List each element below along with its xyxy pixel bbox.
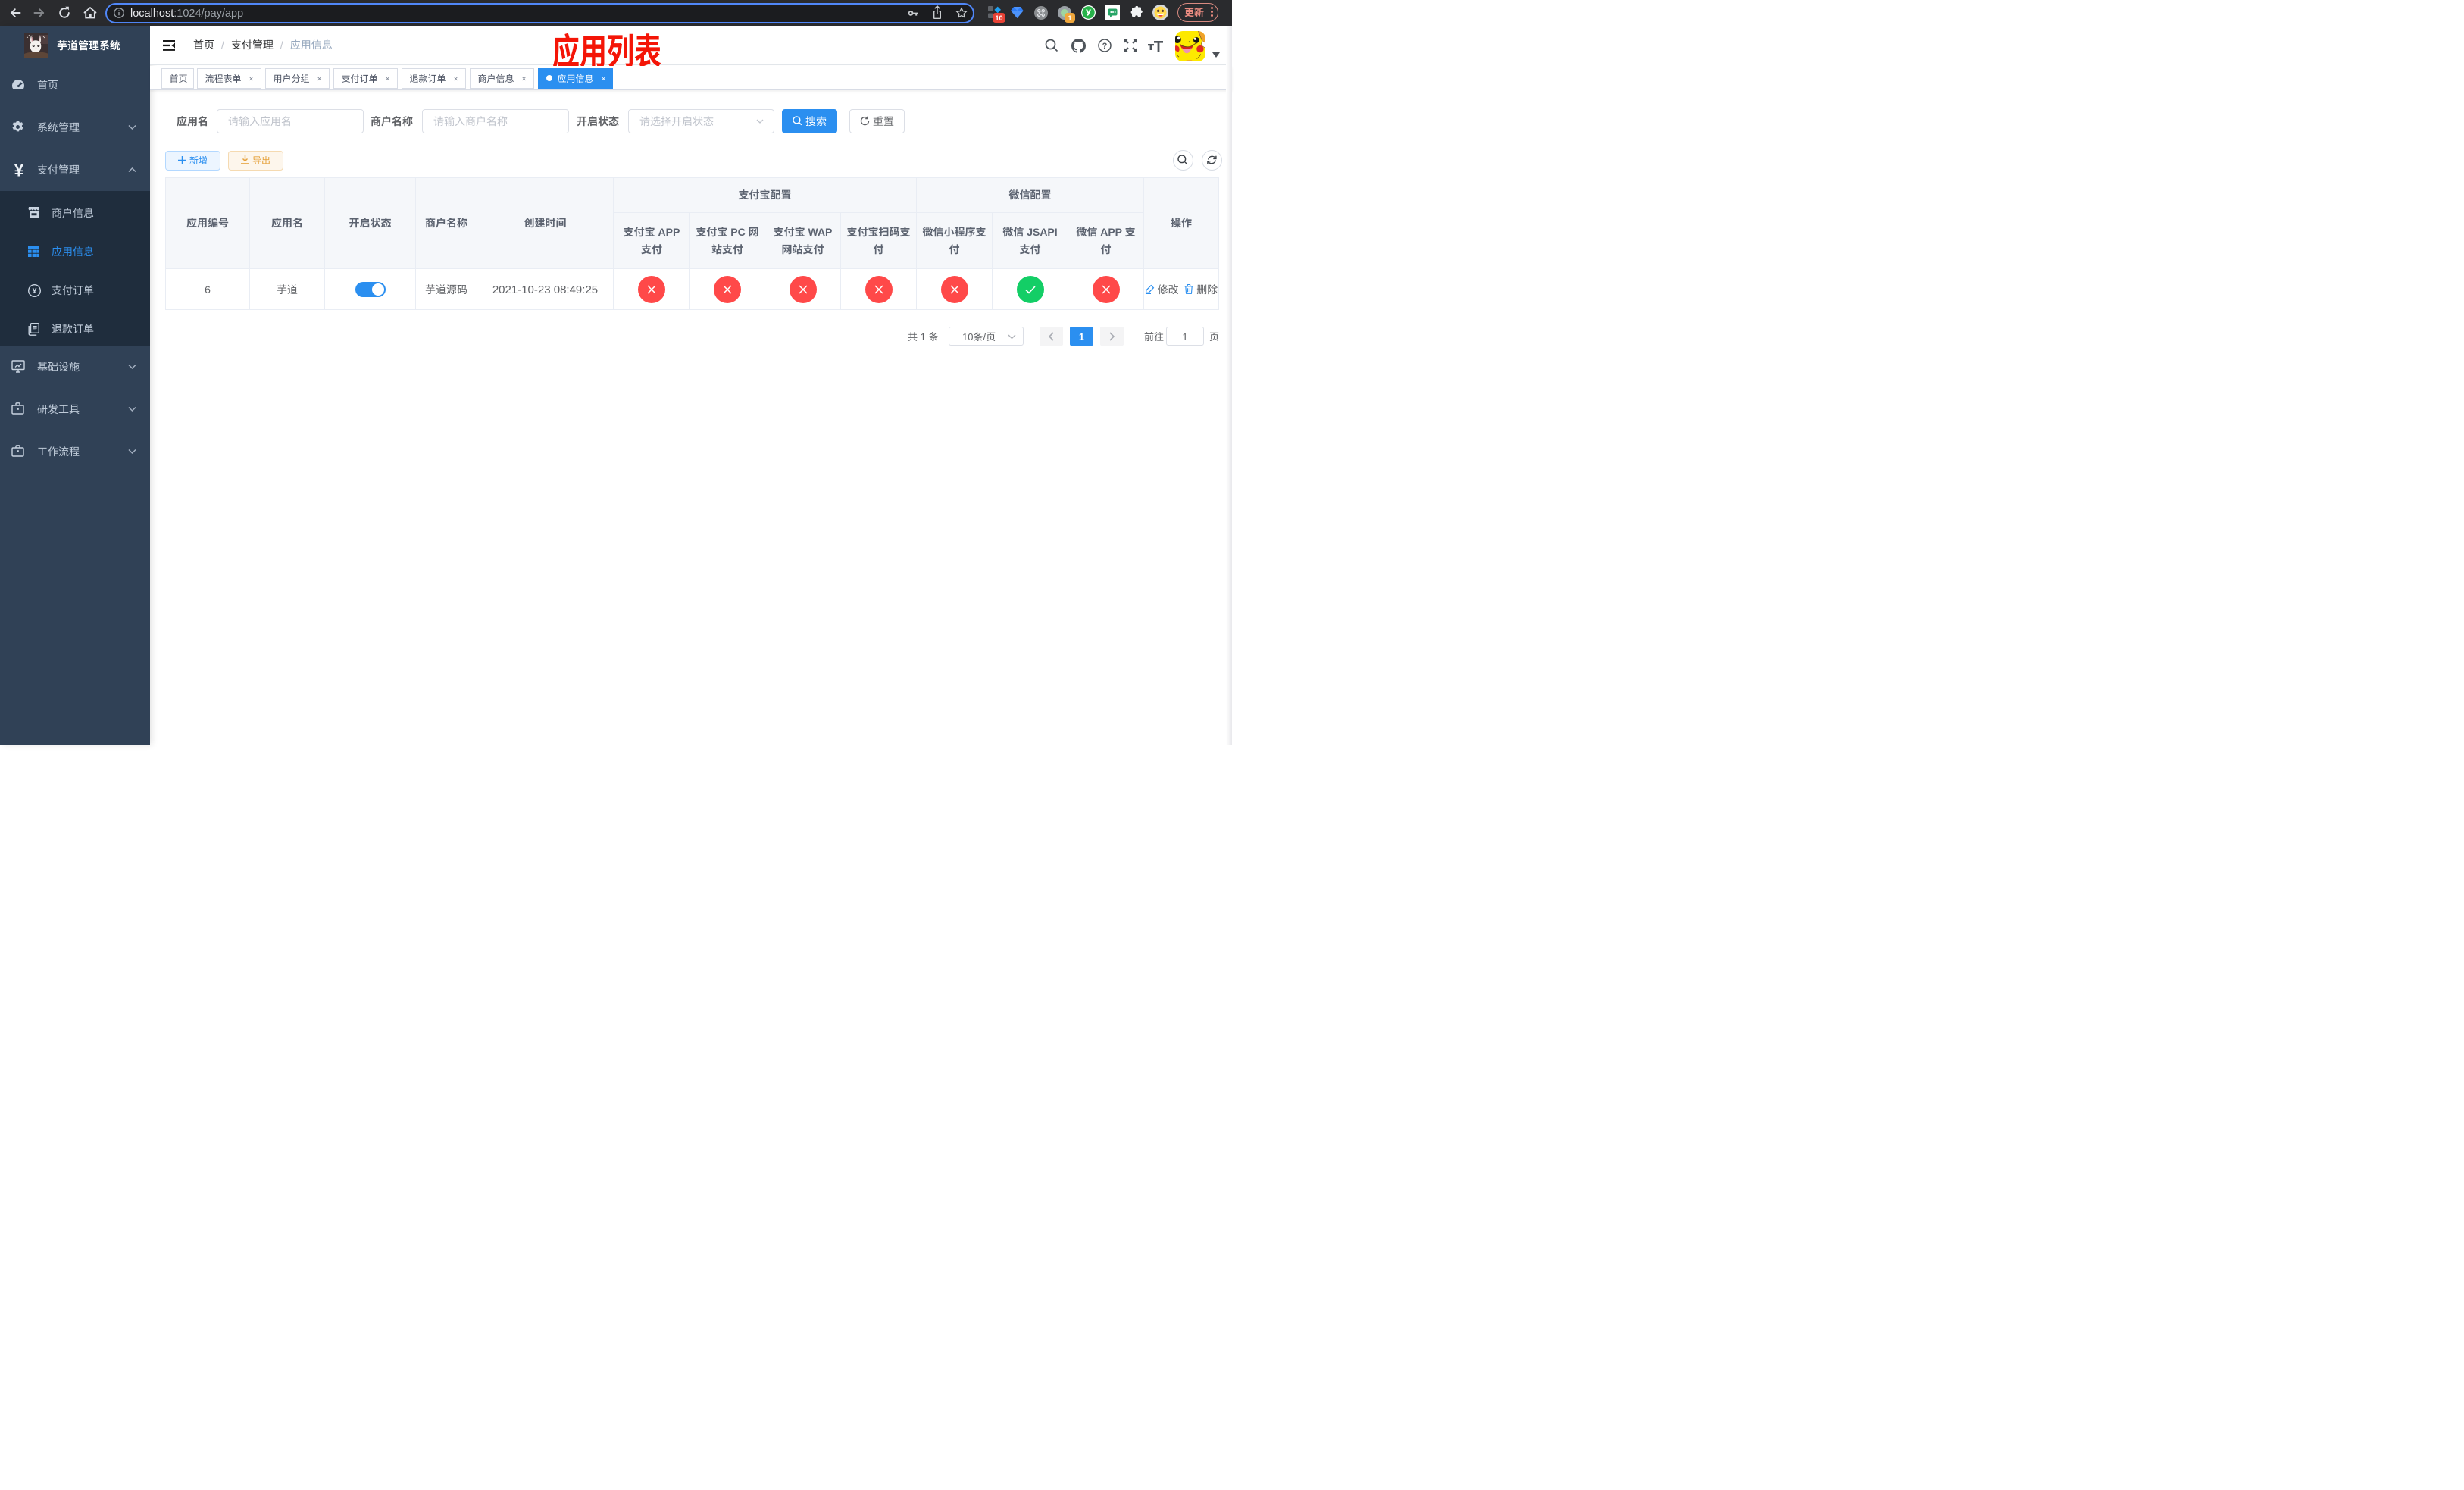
svg-text:?: ? <box>1102 42 1108 51</box>
svg-text:¥: ¥ <box>14 161 24 179</box>
svg-text:¥: ¥ <box>33 286 37 296</box>
